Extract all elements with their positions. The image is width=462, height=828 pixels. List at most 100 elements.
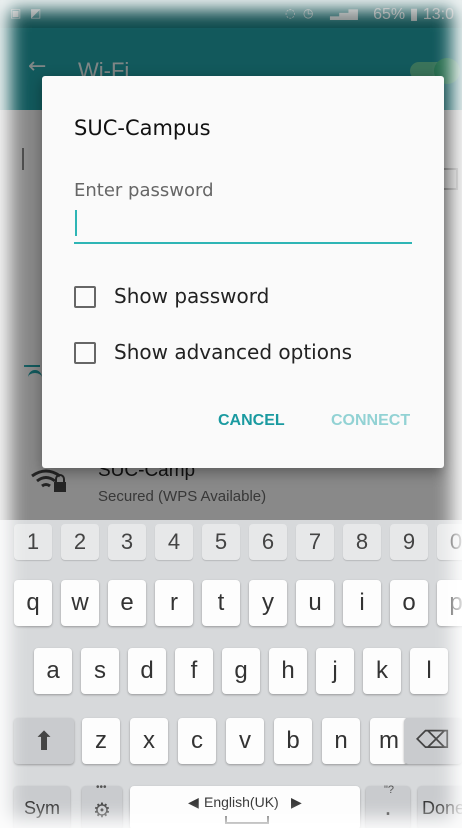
gear-icon: ⚙	[93, 800, 111, 822]
letter-key-label: i	[359, 589, 365, 616]
letter-key-label: s	[94, 657, 106, 684]
space-bar-icon	[225, 816, 269, 824]
letter-key-label: h	[281, 657, 295, 684]
letter-key-label: o	[402, 589, 416, 616]
space-language-label: English(UK)	[204, 794, 279, 810]
letter-key[interactable]: m	[370, 718, 408, 764]
letter-key-label: x	[143, 727, 155, 754]
advanced-options-option[interactable]: Show advanced options	[74, 340, 384, 370]
cancel-button[interactable]: CANCEL	[218, 412, 285, 430]
shift-key[interactable]: ⬆	[14, 718, 74, 764]
connect-button[interactable]: CONNECT	[331, 412, 410, 430]
keyboard: 1234567890 qwertyuiop asdfghjkl zxcvbnm …	[0, 520, 462, 828]
letter-key[interactable]: n	[322, 718, 360, 764]
backspace-icon: ⌫	[416, 727, 450, 754]
letter-key-label: g	[234, 657, 248, 684]
number-key-label: 5	[214, 529, 228, 554]
show-password-option[interactable]: Show password	[74, 284, 314, 314]
screen: ▣ ◩ ◌ ◷ ▂▄▆ 65% ▮ 13:0 ← Wi-Fi SUC-Camp …	[0, 0, 462, 828]
language-left-icon: ◀	[188, 794, 199, 810]
letter-key-label: v	[239, 727, 251, 754]
number-key-label: 0	[449, 529, 462, 554]
letter-key[interactable]: x	[130, 718, 168, 764]
letter-key-label: m	[379, 727, 399, 754]
letter-key-label: w	[71, 589, 89, 616]
backspace-key[interactable]: ⌫	[404, 718, 462, 764]
number-key[interactable]: 0	[437, 524, 462, 560]
password-input[interactable]	[74, 206, 412, 244]
letter-key[interactable]: v	[226, 718, 264, 764]
letter-key[interactable]: e	[108, 580, 146, 626]
letter-key[interactable]: p	[437, 580, 462, 626]
number-key-label: 1	[26, 529, 40, 554]
letter-key-label: a	[46, 657, 60, 684]
number-key[interactable]: 3	[108, 524, 146, 560]
password-label: Enter password	[74, 180, 214, 201]
letter-key[interactable]: f	[175, 648, 213, 694]
letter-key[interactable]: l	[410, 648, 448, 694]
letter-key-label: e	[120, 589, 134, 616]
space-key[interactable]: ◀ English(UK) ▶	[130, 786, 360, 828]
letter-key[interactable]: a	[34, 648, 72, 694]
language-right-icon: ▶	[291, 794, 302, 810]
number-key-label: 7	[308, 529, 322, 554]
wifi-password-dialog: SUC-Campus Enter password Show password …	[42, 76, 444, 468]
letter-key[interactable]: t	[202, 580, 240, 626]
number-key-label: 3	[120, 529, 134, 554]
letter-key[interactable]: z	[82, 718, 120, 764]
letter-key[interactable]: c	[178, 718, 216, 764]
letter-key[interactable]: i	[343, 580, 381, 626]
settings-key[interactable]: ⚙ •••	[82, 782, 122, 828]
sym-key[interactable]: Sym	[14, 786, 70, 828]
number-key[interactable]: 7	[296, 524, 334, 560]
letter-key[interactable]: r	[155, 580, 193, 626]
letter-key-label: q	[26, 589, 40, 616]
show-password-label: Show password	[114, 284, 270, 308]
letter-key[interactable]: o	[390, 580, 428, 626]
letter-key-label: f	[190, 657, 198, 684]
text-caret	[75, 210, 77, 236]
sym-label: Sym	[24, 798, 60, 818]
letter-key-label: d	[140, 657, 154, 684]
letter-key[interactable]: u	[296, 580, 334, 626]
number-key[interactable]: 2	[61, 524, 99, 560]
number-key-label: 2	[73, 529, 87, 554]
letter-key-label: p	[449, 589, 462, 616]
letter-key[interactable]: s	[81, 648, 119, 694]
letter-key[interactable]: d	[128, 648, 166, 694]
letter-key[interactable]: g	[222, 648, 260, 694]
number-key-label: 6	[261, 529, 275, 554]
done-key[interactable]: Done	[418, 786, 462, 828]
letter-key[interactable]: w	[61, 580, 99, 626]
number-key-label: 9	[402, 529, 416, 554]
number-key[interactable]: 5	[202, 524, 240, 560]
show-password-checkbox[interactable]	[74, 286, 96, 308]
period-key[interactable]: . "?	[366, 784, 410, 828]
letter-key-label: z	[95, 727, 107, 754]
number-key[interactable]: 6	[249, 524, 287, 560]
letter-key[interactable]: b	[274, 718, 312, 764]
letter-key[interactable]: q	[14, 580, 52, 626]
number-key[interactable]: 8	[343, 524, 381, 560]
number-key[interactable]: 9	[390, 524, 428, 560]
letter-key-label: j	[332, 657, 338, 684]
letter-key-label: c	[191, 727, 203, 754]
number-key-label: 4	[167, 529, 181, 554]
number-key[interactable]: 4	[155, 524, 193, 560]
advanced-options-label: Show advanced options	[114, 340, 353, 364]
letter-key-label: u	[308, 589, 322, 616]
advanced-options-checkbox[interactable]	[74, 342, 96, 364]
letter-key[interactable]: h	[269, 648, 307, 694]
letter-key[interactable]: j	[316, 648, 354, 694]
number-key-label: 8	[355, 529, 369, 554]
letter-key-label: k	[376, 657, 388, 684]
letter-key-label: n	[334, 727, 348, 754]
done-label: Done	[422, 798, 462, 818]
letter-key-label: y	[262, 589, 274, 616]
letter-key-label: l	[426, 657, 432, 684]
number-key[interactable]: 1	[14, 524, 52, 560]
letter-key[interactable]: y	[249, 580, 287, 626]
letter-key-label: r	[170, 589, 178, 616]
letter-key-label: t	[217, 589, 225, 616]
letter-key[interactable]: k	[363, 648, 401, 694]
